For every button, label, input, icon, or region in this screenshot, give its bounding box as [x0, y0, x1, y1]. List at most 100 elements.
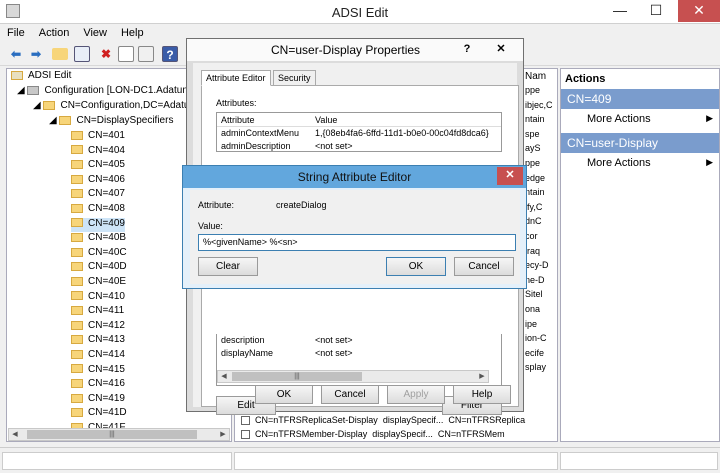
attr-name[interactable]: adminDescription [221, 141, 291, 151]
list-item[interactable]: dnC [525, 216, 542, 230]
list-header-name[interactable]: Nam [525, 71, 546, 82]
list-item[interactable]: ify,C [525, 202, 542, 216]
list-item[interactable]: splay [525, 362, 546, 376]
tree-item[interactable]: CN=41D [71, 407, 127, 421]
tree-item[interactable]: CN=412 [71, 320, 125, 334]
tree-item[interactable]: CN=40E [71, 276, 126, 290]
menu-view[interactable]: View [76, 24, 114, 42]
list-item[interactable]: ecife [525, 348, 544, 362]
list-item[interactable]: ppe [525, 158, 540, 172]
list-item[interactable]: ipe [525, 319, 537, 333]
tree-configuration[interactable]: ◢ CN=Configuration,DC=Adatum [33, 100, 198, 114]
cancel-button[interactable]: Cancel [321, 385, 379, 404]
column-header-value[interactable]: Value [315, 115, 337, 125]
folder-icon [71, 335, 83, 345]
attr-value[interactable]: <not set> [315, 141, 353, 151]
more-actions-user-display[interactable]: More Actions [587, 157, 651, 169]
show-hide-tree-icon[interactable] [74, 46, 90, 62]
tree-item[interactable]: CN=405 [71, 159, 125, 173]
attr-name[interactable]: description [221, 335, 265, 345]
tree-item[interactable]: CN=407 [71, 188, 125, 202]
list-item[interactable]: spe [525, 129, 540, 143]
more-actions-cn409[interactable]: More Actions [587, 113, 651, 125]
actions-section-user-display[interactable]: CN=user-Display [561, 133, 719, 153]
help-button[interactable]: ? [453, 40, 481, 58]
attr-value[interactable]: <not set> [315, 348, 353, 358]
tree-item[interactable]: CN=404 [71, 145, 125, 159]
minimize-button[interactable]: — [606, 0, 634, 22]
back-arrow-icon[interactable]: ⬅ [8, 46, 24, 62]
clear-button[interactable]: Clear [198, 257, 258, 276]
forward-arrow-icon[interactable]: ➡ [28, 46, 44, 62]
actions-section-cn409[interactable]: CN=409 [561, 89, 719, 109]
tree-item[interactable]: CN=413 [71, 334, 125, 348]
export-list-icon[interactable] [138, 46, 154, 62]
scroll-right-icon[interactable]: ▶ [476, 371, 488, 382]
scroll-left-icon[interactable]: ◀ [218, 371, 230, 382]
list-row[interactable]: CN=nTFRSReplicaSet-Display displaySpecif… [241, 415, 525, 429]
tree-connection[interactable]: ◢ Configuration [LON-DC1.Adatum [17, 85, 191, 99]
list-item[interactable]: ntain [525, 114, 545, 128]
tree-item[interactable]: CN=409 [71, 217, 125, 232]
tab-attribute-editor[interactable]: Attribute Editor [201, 70, 271, 86]
list-row[interactable]: CN=nTFRSMember-Display displaySpecif... … [241, 429, 505, 441]
list-item[interactable]: ibjec,C [525, 100, 553, 114]
help-dialog-button[interactable]: Help [453, 385, 511, 404]
scroll-left-icon[interactable]: ◀ [9, 429, 21, 440]
scroll-thumb[interactable] [232, 372, 362, 381]
apply-button[interactable]: Apply [387, 385, 445, 404]
list-item[interactable]: ayS [525, 143, 541, 157]
ok-button[interactable]: OK [255, 385, 313, 404]
tree-item[interactable]: CN=410 [71, 291, 125, 305]
scroll-thumb[interactable] [27, 430, 197, 439]
list-item[interactable]: ecy-D [525, 260, 549, 274]
tree-item[interactable]: CN=40D [71, 261, 127, 275]
list-item[interactable]: ion-C [525, 333, 547, 347]
tree-item[interactable]: CN=411 [71, 305, 124, 319]
attr-value[interactable]: 1,{08eb4fa6-6ffd-11d1-b0e0-00c04fd8dca6} [315, 128, 489, 138]
cancel-button[interactable]: Cancel [454, 257, 514, 276]
tree-horizontal-scrollbar[interactable]: ◀ ▶ [8, 428, 230, 441]
ok-button[interactable]: OK [386, 257, 446, 276]
list-item[interactable]: iraq [525, 246, 540, 260]
folder-icon [71, 364, 83, 374]
list-item[interactable]: ppe [525, 85, 540, 99]
up-folder-icon[interactable] [52, 48, 68, 60]
maximize-button[interactable]: ☐ [642, 0, 670, 22]
attr-name[interactable]: adminContextMenu [221, 128, 299, 138]
list-item[interactable]: ona [525, 304, 540, 318]
delete-icon[interactable]: ✖ [98, 46, 114, 62]
list-item[interactable]: ne-D [525, 275, 545, 289]
tree-item[interactable]: CN=408 [71, 203, 125, 217]
list-item[interactable]: ntain [525, 187, 545, 201]
menu-help[interactable]: Help [114, 24, 151, 42]
tree-item[interactable]: CN=40B [71, 232, 126, 246]
close-button[interactable]: ✕ [678, 0, 720, 22]
help-icon[interactable]: ? [162, 46, 178, 62]
tree-item[interactable]: CN=416 [71, 378, 125, 392]
list-item[interactable]: Sitel [525, 289, 543, 303]
tree-item[interactable]: CN=415 [71, 364, 125, 378]
column-header-attribute[interactable]: Attribute [221, 115, 255, 125]
properties-icon[interactable] [118, 46, 134, 62]
list-item[interactable]: edge [525, 173, 545, 187]
attr-name[interactable]: displayName [221, 348, 273, 358]
tree-display-specifiers[interactable]: ◢ CN=DisplaySpecifiers [49, 115, 173, 129]
tree-item[interactable]: CN=414 [71, 349, 125, 363]
menu-action[interactable]: Action [32, 24, 77, 42]
tree-root[interactable]: ADSI Edit [11, 70, 71, 84]
tree-item[interactable]: CN=401 [71, 130, 125, 144]
attr-value[interactable]: <not set> [315, 335, 353, 345]
tree-item[interactable]: CN=40C [71, 247, 127, 261]
tree-item[interactable]: CN=419 [71, 393, 125, 407]
tab-security[interactable]: Security [273, 70, 316, 86]
folder-icon [71, 189, 83, 199]
attributes-label: Attributes: [216, 98, 257, 108]
properties-close-button[interactable]: ✕ [487, 40, 515, 58]
menu-file[interactable]: File [0, 24, 32, 42]
editor-close-button[interactable]: ✕ [497, 167, 523, 185]
scroll-right-icon[interactable]: ▶ [217, 429, 229, 440]
value-input[interactable]: %<givenName> %<sn> [198, 234, 516, 251]
attributes-horizontal-scrollbar[interactable]: ◀ ▶ [217, 370, 489, 383]
tree-item[interactable]: CN=406 [71, 174, 125, 188]
